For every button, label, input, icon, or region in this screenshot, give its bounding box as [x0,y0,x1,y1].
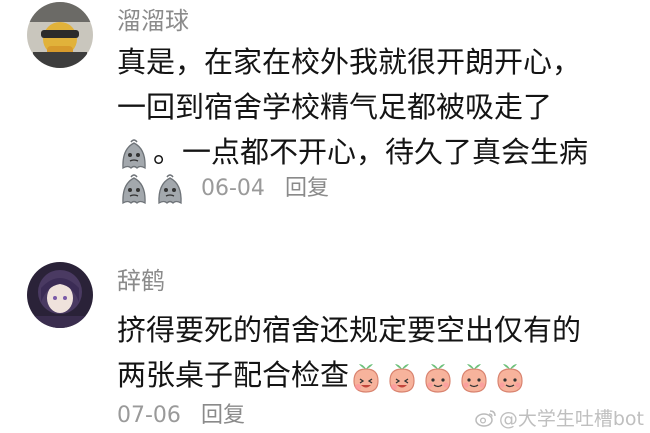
peach-smile-emoji-icon [457,360,491,394]
comment-line: 。一点都不开心，待久了真会生病 [117,130,588,175]
comment-date: 06-04 [201,176,265,201]
avatar[interactable] [27,262,93,328]
comment-line: 真是，在家在校外我就很开朗开心， [117,45,582,79]
tired-ghost-emoji-icon [153,172,187,206]
peach-smile-emoji-icon [493,360,527,394]
comment-meta: 07-06 回复 [117,401,245,431]
comment-line: 挤得要死的宿舍还规定要空出仅有的 [117,313,582,347]
peach-laugh-emoji-icon [349,360,383,394]
watermark: @大学生吐槽bot [475,404,644,431]
avatar[interactable] [27,2,93,68]
username[interactable]: 辞鹤 [117,265,165,297]
comment-line: 两张桌子配合检查 [117,353,581,398]
weibo-icon [475,409,496,427]
peach-smile-emoji-icon [421,360,455,394]
peach-laugh-emoji-icon [385,360,419,394]
reply-button[interactable]: 回复 [201,401,245,431]
comment-text: 挤得要死的宿舍还规定要空出仅有的 两张桌子配合检查 [117,308,581,398]
reply-button[interactable]: 回复 [285,174,329,204]
tired-ghost-emoji-icon [117,137,151,171]
comment-date: 07-06 [117,403,181,428]
comment-line: 一回到宿舍学校精气足都被吸走了 [117,90,553,124]
watermark-text: @大学生吐槽bot [498,408,644,430]
tired-ghost-emoji-icon [117,172,151,206]
comment-meta: 06-04 回复 [117,172,329,206]
username[interactable]: 溜溜球 [117,5,189,37]
comment-text: 真是，在家在校外我就很开朗开心， 一回到宿舍学校精气足都被吸走了 。一点都不开心… [117,40,588,175]
